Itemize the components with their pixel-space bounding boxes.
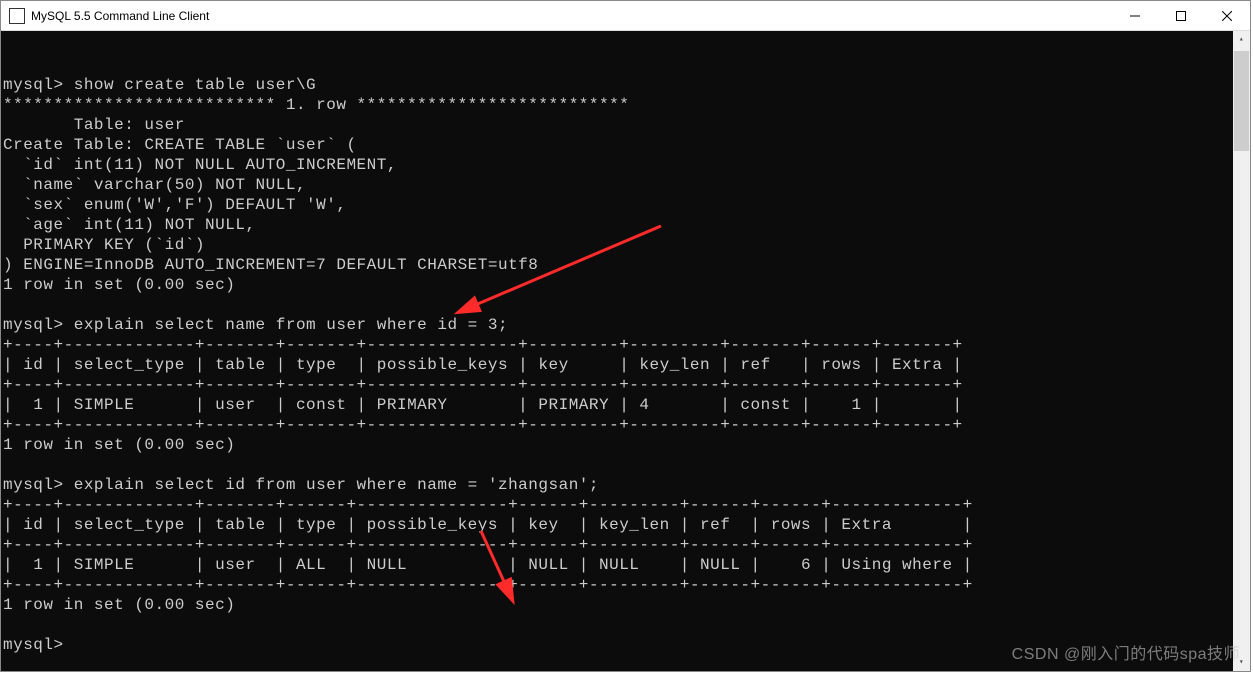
window-controls [1112,1,1250,30]
maximize-button[interactable] [1158,1,1204,30]
app-icon [9,8,25,24]
minimize-button[interactable] [1112,1,1158,30]
maximize-icon [1176,11,1186,21]
close-icon [1222,11,1232,21]
terminal-area[interactable]: mysql> show create table user\G ********… [1,31,1250,671]
scrollbar-thumb[interactable] [1234,51,1249,151]
watermark-text: CSDN @刚入门的代码spa技师 [1012,645,1240,665]
minimize-icon [1130,11,1140,21]
terminal-output: mysql> show create table user\G ********… [3,75,1248,655]
titlebar[interactable]: MySQL 5.5 Command Line Client [1,1,1250,31]
app-window: MySQL 5.5 Command Line Client mysql> sho… [0,0,1251,672]
scrollbar[interactable]: ▴ ▾ [1233,31,1250,671]
titlebar-left: MySQL 5.5 Command Line Client [1,8,209,24]
close-button[interactable] [1204,1,1250,30]
scroll-up-icon[interactable]: ▴ [1233,31,1250,48]
window-title: MySQL 5.5 Command Line Client [31,9,209,23]
